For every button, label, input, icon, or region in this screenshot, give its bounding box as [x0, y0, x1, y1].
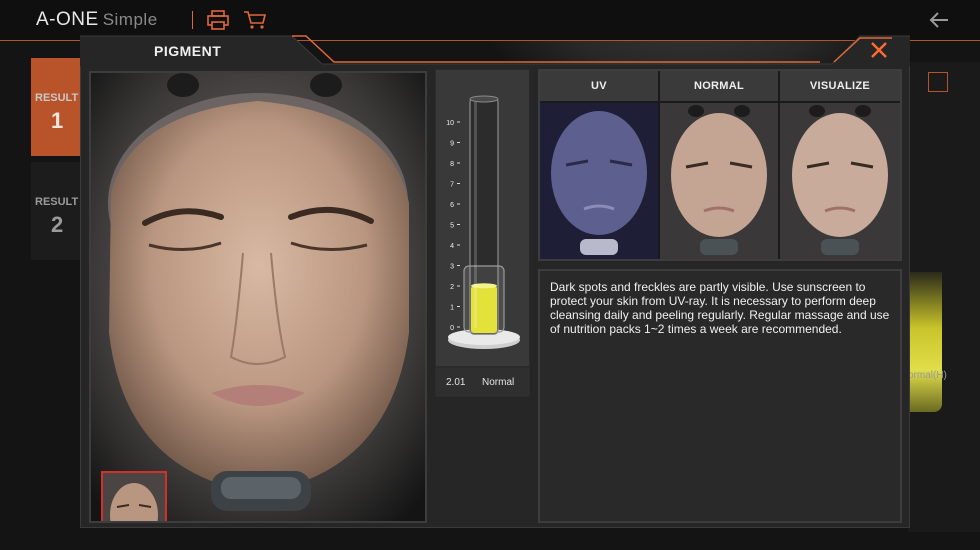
result-tab-label: RESULT — [35, 196, 79, 208]
normal-face-image[interactable] — [660, 103, 778, 259]
pigment-modal: PIGMENT 0 1 2 3 4 5 6 7 8 9 10 2.01 Norm… — [80, 34, 910, 528]
modal-title: PIGMENT — [154, 43, 222, 59]
background-status-label: ormal(H) — [908, 370, 947, 381]
gauge-tick-label: 7 — [450, 182, 454, 189]
gauge-footer: 2.01 Normal — [436, 366, 529, 396]
gauge-tick-label: 9 — [450, 141, 454, 148]
result-tab-label: RESULT — [35, 92, 79, 104]
pigment-gauge: 0 1 2 3 4 5 6 7 8 9 10 — [446, 95, 520, 349]
tab-uv[interactable]: UV — [540, 71, 660, 101]
brand-sub: Simple — [102, 10, 158, 29]
uv-face-image[interactable] — [540, 103, 658, 259]
face-thumbnail[interactable] — [101, 471, 167, 521]
gauge-tube-top — [469, 95, 499, 103]
brand-name: A-ONE — [36, 9, 99, 30]
gauge-tick-label: 6 — [450, 202, 454, 209]
face-image — [91, 73, 425, 521]
tab-visualize[interactable]: VISUALIZE — [780, 71, 900, 101]
main-face-photo — [89, 71, 427, 523]
gauge-tick-label: 8 — [450, 161, 454, 168]
gauge-tick-label: 0 — [450, 325, 454, 332]
close-icon[interactable] — [866, 38, 892, 62]
background-gauge-tube — [908, 272, 942, 412]
gauge-tick-label: 5 — [450, 223, 454, 230]
result-tab-1[interactable]: RESULT 1 — [31, 58, 81, 156]
result-tab-number: 1 — [51, 108, 64, 133]
app-brand: A-ONE Simple — [36, 9, 158, 31]
view-tabs-panel: UV NORMAL VISUALIZE — [538, 69, 902, 261]
gauge-tick-label: 1 — [450, 305, 454, 312]
header-separator — [192, 11, 193, 29]
printer-icon[interactable] — [206, 9, 230, 31]
description-text: Dark spots and freckles are partly visib… — [550, 280, 890, 336]
description-panel: Dark spots and freckles are partly visib… — [538, 269, 902, 523]
back-arrow-icon[interactable] — [928, 9, 950, 31]
tab-normal[interactable]: NORMAL — [660, 71, 780, 101]
search-icon — [928, 72, 948, 92]
gauge-tick-label: 2 — [450, 284, 454, 291]
cart-icon[interactable] — [243, 9, 267, 31]
thumbnail-image — [103, 473, 165, 521]
pigment-gauge-panel: 0 1 2 3 4 5 6 7 8 9 10 2.01 Normal — [435, 69, 530, 397]
gauge-value: 2.01 — [446, 377, 466, 388]
result-tab-number: 2 — [51, 212, 64, 237]
gauge-tick-label: 10 — [446, 120, 454, 127]
result-tab-2[interactable]: RESULT 2 — [31, 162, 81, 260]
gauge-tick-label: 4 — [450, 243, 454, 250]
gauge-tick-label: 3 — [450, 264, 454, 271]
gauge-highlight — [474, 102, 477, 328]
visualize-face-image[interactable] — [780, 103, 900, 259]
background-right-panel: ormal(H) — [908, 62, 980, 532]
gauge-status: Normal — [482, 377, 515, 388]
